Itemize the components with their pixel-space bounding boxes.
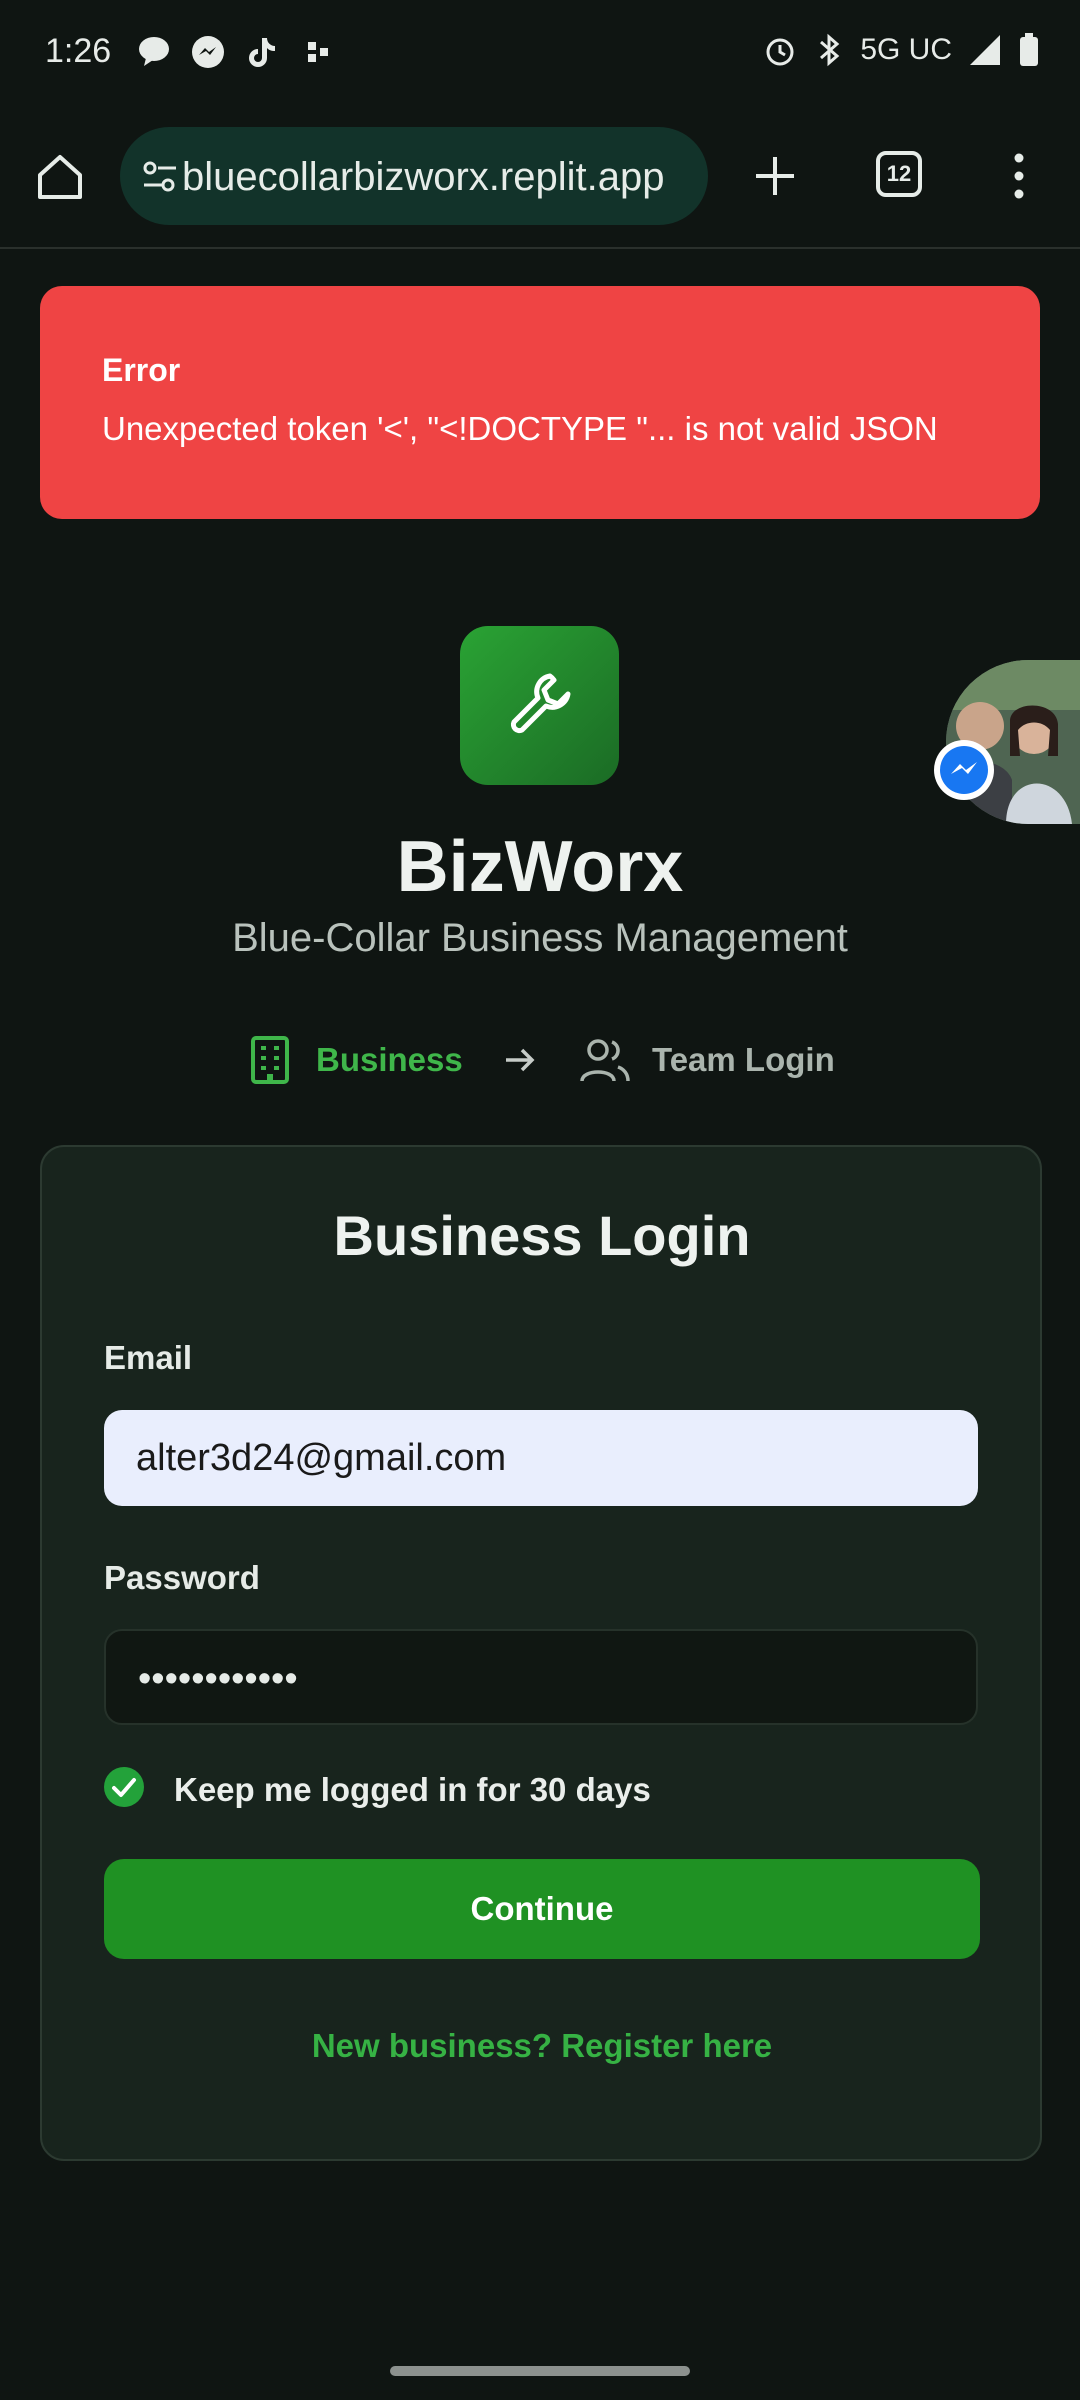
login-title: Business Login	[333, 1204, 751, 1267]
step-business-label: Business	[316, 1041, 463, 1078]
email-field[interactable]: alter3d24@gmail.com	[104, 1410, 978, 1506]
error-message: Unexpected token '<', "<!DOCTYPE "... is…	[102, 410, 938, 447]
register-link[interactable]: New business? Register here	[42, 2027, 1042, 2065]
gesture-bar[interactable]	[390, 2366, 690, 2376]
users-icon	[580, 1039, 630, 1082]
status-right: 5G UC	[762, 30, 1040, 70]
messenger-badge	[934, 740, 994, 800]
messenger-icon	[192, 36, 224, 68]
error-title: Error	[102, 352, 181, 388]
battery-icon	[1020, 33, 1038, 66]
password-field[interactable]: ••••••••••••	[104, 1629, 978, 1725]
tiktok-icon	[249, 38, 275, 67]
password-label: Password	[104, 1559, 260, 1596]
wrench-icon	[510, 673, 571, 734]
signal-icon	[970, 35, 1000, 65]
app-title: BizWorx	[396, 827, 684, 907]
status-bar: 1:26 5G UC	[0, 0, 1080, 105]
app-logo	[460, 626, 619, 785]
new-tab-icon[interactable]	[752, 153, 798, 199]
error-toast: Error Unexpected token '<', "<!DOCTYPE "…	[40, 286, 1040, 519]
email-label: Email	[104, 1339, 193, 1376]
step-business[interactable]: Business	[248, 1030, 463, 1090]
url-text: bluecollarbizworx.replit.app	[182, 155, 665, 199]
keep-logged-in-checkbox[interactable]	[104, 1767, 144, 1807]
step-team-label: Team Login	[652, 1041, 835, 1078]
tab-switcher-button[interactable]: 12	[876, 151, 922, 197]
keep-logged-in-label[interactable]: Keep me logged in for 30 days	[174, 1771, 651, 1809]
arrow-right-icon	[506, 1048, 535, 1072]
site-settings-icon[interactable]	[140, 157, 180, 197]
login-card: Business Login Email alter3d24@gmail.com…	[40, 1145, 1042, 2161]
status-time: 1:26	[45, 32, 112, 70]
continue-button[interactable]: Continue	[104, 1859, 980, 1959]
app-icon	[308, 42, 328, 62]
building-icon	[251, 1036, 289, 1084]
login-steps: Business Team Login	[0, 1030, 1080, 1090]
browser-toolbar: bluecollarbizworx.replit.app 12	[0, 105, 1080, 249]
alarm-icon	[766, 38, 794, 66]
url-bar[interactable]: bluecollarbizworx.replit.app	[120, 127, 708, 225]
home-icon[interactable]	[34, 151, 86, 203]
step-team-login[interactable]: Team Login	[580, 1030, 835, 1090]
messenger-icon	[940, 746, 988, 794]
check-icon	[112, 1778, 136, 1797]
network-label: 5G UC	[860, 33, 952, 66]
app-tagline: Blue-Collar Business Management	[232, 916, 848, 960]
bluetooth-icon	[820, 33, 840, 67]
chat-bubble-icon	[139, 37, 169, 66]
more-menu-icon[interactable]	[1004, 151, 1034, 201]
